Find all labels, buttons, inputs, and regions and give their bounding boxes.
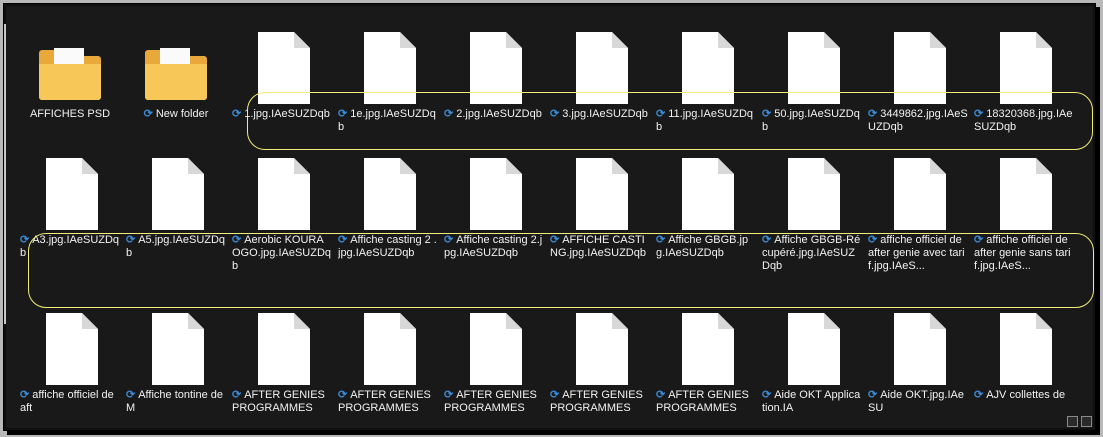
folder-icon — [144, 30, 208, 106]
sync-status-icon: ⟳ — [20, 234, 30, 246]
item-label-text: AFTER GENIES PROGRAMMES — [232, 389, 325, 414]
file-icon — [144, 156, 208, 232]
folder-item[interactable]: ⟳ New folder — [126, 26, 226, 166]
file-icon — [780, 156, 844, 232]
file-icon — [992, 311, 1056, 387]
item-label-text: Aide OKT Application.IA — [762, 389, 861, 414]
item-label-text: AJV collettes de — [986, 389, 1066, 401]
file-icon — [992, 156, 1056, 232]
item-label-text: AFTER GENIES PROGRAMMES — [550, 389, 643, 414]
file-item[interactable]: ⟳ AFTER GENIES PROGRAMMES — [338, 307, 438, 430]
file-icon — [250, 156, 314, 232]
item-label-text: AFTER GENIES PROGRAMMES — [656, 389, 749, 414]
item-label: ⟳ AFTER GENIES PROGRAMMES — [656, 389, 756, 415]
file-icon — [886, 156, 950, 232]
file-item[interactable]: ⟳ AJV collettes de — [974, 307, 1074, 430]
sync-status-icon: ⟳ — [868, 389, 878, 401]
file-item[interactable]: ⟳ Affiche tontine de M — [126, 307, 226, 430]
sync-status-icon: ⟳ — [974, 389, 984, 401]
item-label: ⟳ AJV collettes de — [974, 389, 1074, 402]
item-label: ⟳ Aide OKT.jpg.IAeSU — [868, 389, 968, 415]
item-label-text: Aide OKT.jpg.IAeSU — [868, 389, 964, 414]
details-view-icon[interactable] — [1067, 416, 1078, 427]
view-toggle[interactable] — [1067, 416, 1093, 428]
item-label-text: AFTER GENIES PROGRAMMES — [444, 389, 537, 414]
file-icon — [38, 311, 102, 387]
sync-status-icon: ⟳ — [232, 108, 242, 120]
item-label: ⟳ AFTER GENIES PROGRAMMES — [338, 389, 438, 415]
item-label: ⟳ Aide OKT Application.IA — [762, 389, 862, 415]
file-row: ⟳ affiche officiel de aft ⟳ Affiche tontine… — [4, 307, 1095, 430]
file-icon — [356, 311, 420, 387]
sync-status-icon: ⟳ — [126, 389, 136, 401]
file-icon — [568, 156, 632, 232]
sync-status-icon: ⟳ — [232, 389, 242, 401]
file-item[interactable]: ⟳ AFTER GENIES PROGRAMMES — [550, 307, 650, 430]
item-label-text: Affiche tontine de M — [126, 389, 224, 414]
item-label: ⟳ AFTER GENIES PROGRAMMES — [550, 389, 650, 415]
item-label: ⟳ New folder — [126, 108, 226, 121]
file-icon — [38, 156, 102, 232]
file-icon — [886, 311, 950, 387]
file-item[interactable]: ⟳ AFTER GENIES PROGRAMMES — [444, 307, 544, 430]
item-label-text: AFTER GENIES PROGRAMMES — [338, 389, 431, 414]
folder-icon — [38, 30, 102, 106]
item-label: ⟳ affiche officiel de aft — [20, 389, 120, 415]
item-label: ⟳ AFTER GENIES PROGRAMMES — [444, 389, 544, 415]
file-icon — [674, 311, 738, 387]
sync-status-icon: ⟳ — [20, 389, 30, 401]
sync-status-icon: ⟳ — [656, 389, 666, 401]
file-item[interactable]: ⟳ AFTER GENIES PROGRAMMES — [232, 307, 332, 430]
highlight-row-2 — [28, 233, 1094, 308]
folder-item[interactable]: AFFICHES PSD — [20, 26, 120, 166]
file-icon — [674, 156, 738, 232]
file-icon — [250, 311, 314, 387]
file-icon — [144, 311, 208, 387]
file-explorer-view: AFFICHES PSD ⟳ New folder ⟳ 1.jpg.IAeSUZDqb ⟳… — [3, 3, 1096, 431]
sync-status-icon: ⟳ — [143, 108, 153, 120]
file-item[interactable]: ⟳ AFTER GENIES PROGRAMMES — [656, 307, 756, 430]
file-icon — [356, 156, 420, 232]
file-item[interactable]: ⟳ affiche officiel de aft — [20, 307, 120, 430]
sync-status-icon: ⟳ — [444, 389, 454, 401]
item-label: ⟳ AFTER GENIES PROGRAMMES — [232, 389, 332, 415]
file-item[interactable]: ⟳ Aide OKT Application.IA — [762, 307, 862, 430]
sync-status-icon: ⟳ — [762, 389, 772, 401]
highlight-row-1 — [247, 92, 1093, 150]
sync-status-icon: ⟳ — [550, 389, 560, 401]
file-icon — [780, 311, 844, 387]
item-label: ⟳ Affiche tontine de M — [126, 389, 226, 415]
sync-status-icon: ⟳ — [338, 389, 348, 401]
item-label: AFFICHES PSD — [20, 108, 120, 121]
file-icon — [462, 311, 526, 387]
file-icon — [462, 156, 526, 232]
item-label-text: New folder — [155, 108, 209, 120]
item-label-text: affiche officiel de aft — [20, 389, 114, 414]
item-label-text: AFFICHES PSD — [29, 108, 111, 120]
thumbnail-view-icon[interactable] — [1081, 416, 1092, 427]
file-icon — [568, 311, 632, 387]
file-item[interactable]: ⟳ Aide OKT.jpg.IAeSU — [868, 307, 968, 430]
